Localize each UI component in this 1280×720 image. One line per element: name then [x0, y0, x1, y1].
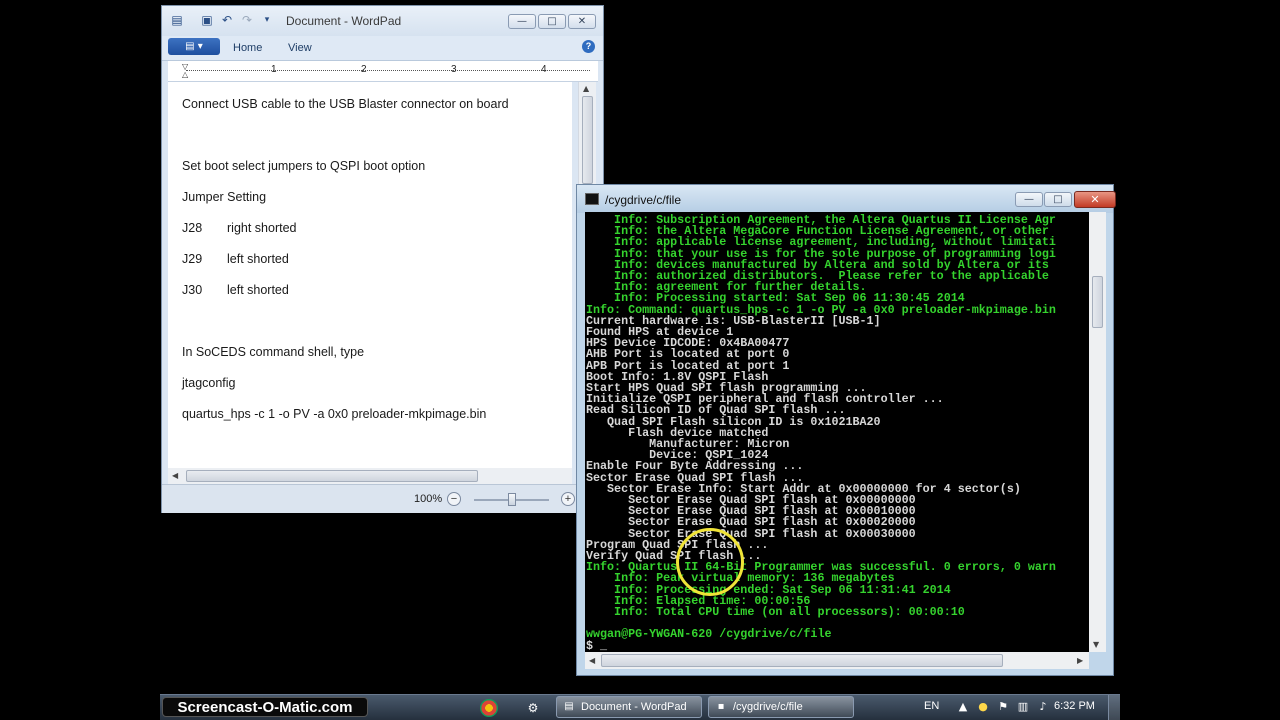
terminal-app-icon[interactable]: [585, 193, 599, 205]
terminal-window-title: /cygdrive/c/file: [605, 193, 682, 207]
network-icon[interactable]: ▥: [1016, 700, 1030, 714]
ruler-mark: 4: [541, 64, 547, 75]
language-indicator[interactable]: EN: [924, 700, 939, 712]
tab-home[interactable]: Home: [233, 42, 262, 54]
jumper-row: J29 left shorted: [182, 252, 289, 266]
ruler-ticks: [186, 70, 590, 71]
volume-icon[interactable]: ♪: [1036, 700, 1050, 714]
help-icon[interactable]: ?: [582, 40, 595, 53]
zoom-out-button[interactable]: −: [447, 492, 461, 506]
indent-marker-icon[interactable]: ▽ △: [182, 63, 190, 79]
jumper-row: J28 right shorted: [182, 221, 296, 235]
customize-toolbar-icon[interactable]: ▾: [260, 13, 274, 27]
terminal-line: $ _: [586, 638, 608, 652]
taskbar-terminal-button[interactable]: ▪ /cygdrive/c/file: [708, 696, 854, 718]
jumper-setting: left shorted: [227, 283, 289, 297]
ruler-mark: 1: [271, 64, 277, 75]
ruler-mark: 2: [361, 64, 367, 75]
terminal-titlebar[interactable]: /cygdrive/c/file — □ ✕: [577, 185, 1116, 213]
jumper-setting: left shorted: [227, 252, 289, 266]
taskbar-button-label: Document - WordPad: [581, 701, 687, 713]
ruler[interactable]: ▽ △ 1 2 3 4: [168, 61, 598, 82]
wordpad-icon: ▤: [564, 701, 574, 712]
jumper-id: J29: [182, 252, 203, 266]
taskbar-wordpad-button[interactable]: ▤ Document - WordPad: [556, 696, 702, 718]
status-bar: 100% − +: [162, 484, 603, 513]
terminal-output[interactable]: Info: Subscription Agreement, the Altera…: [585, 212, 1089, 652]
zoom-in-button[interactable]: +: [561, 492, 575, 506]
ribbon-tabs: ▤ ▾ Home View ?: [162, 36, 603, 61]
scroll-right-icon[interactable]: ▶: [1077, 656, 1083, 665]
terminal-line: wwgan@PG-YWGAN-620 /cygdrive/c/file: [586, 627, 832, 642]
cursor-highlight: [676, 528, 744, 596]
screencast-watermark: Screencast-O-Matic.com: [162, 697, 368, 717]
jumper-row: J30 left shorted: [182, 283, 289, 297]
scroll-up-icon[interactable]: ▲: [583, 84, 589, 93]
redo-icon[interactable]: ↷: [240, 13, 254, 27]
close-button[interactable]: ✕: [568, 14, 596, 29]
clock[interactable]: 6:32 PM: [1054, 700, 1095, 712]
zoom-slider-thumb[interactable]: [508, 493, 516, 506]
undo-icon[interactable]: ↶: [220, 13, 234, 27]
security-icon[interactable]: ●: [976, 700, 990, 714]
document-line: quartus_hps -c 1 -o PV -a 0x0 preloader-…: [182, 407, 487, 421]
wordpad-window: ▤ ▣ ↶ ↷ ▾ Document - WordPad — □ ✕ ▤ ▾ H…: [161, 5, 604, 513]
maximize-button[interactable]: □: [1044, 192, 1072, 207]
taskbar-button-label: /cygdrive/c/file: [733, 701, 803, 713]
horizontal-scrollbar[interactable]: ◀: [168, 468, 572, 484]
maximize-button[interactable]: □: [538, 14, 566, 29]
flag-icon[interactable]: ⚑: [996, 700, 1010, 714]
wordpad-window-title: Document - WordPad: [286, 14, 402, 28]
document-line: Connect USB cable to the USB Blaster con…: [182, 97, 509, 111]
minimize-button[interactable]: —: [1015, 192, 1043, 207]
wordpad-titlebar[interactable]: ▤ ▣ ↶ ↷ ▾ Document - WordPad — □ ✕: [162, 6, 603, 36]
zoom-level: 100%: [414, 493, 443, 505]
chrome-icon[interactable]: [480, 699, 498, 717]
document-line: Set boot select jumpers to QSPI boot opt…: [182, 159, 426, 173]
document-line: jtagconfig: [182, 376, 236, 390]
document-line: In SoCEDS command shell, type: [182, 345, 365, 359]
scroll-left-icon[interactable]: ◀: [172, 471, 178, 480]
jumper-id: J28: [182, 221, 203, 235]
ruler-mark: 3: [451, 64, 457, 75]
tab-view[interactable]: View: [288, 42, 312, 54]
document-area[interactable]: Connect USB cable to the USB Blaster con…: [168, 82, 572, 468]
network-tool-icon[interactable]: ⚙: [524, 699, 542, 717]
scroll-left-icon[interactable]: ◀: [589, 656, 595, 665]
minimize-button[interactable]: —: [508, 14, 536, 29]
scroll-thumb[interactable]: [186, 470, 478, 482]
show-desktop-button[interactable]: [1108, 695, 1120, 720]
wordpad-app-icon[interactable]: ▤: [170, 13, 184, 27]
save-icon[interactable]: ▣: [200, 13, 214, 27]
scroll-thumb[interactable]: [1092, 276, 1103, 328]
app-menu-button[interactable]: ▤ ▾: [168, 38, 220, 55]
terminal-window: /cygdrive/c/file — □ ✕ Info: Subscriptio…: [576, 184, 1116, 676]
jumper-setting: right shorted: [227, 221, 297, 235]
vertical-scrollbar[interactable]: ▼: [1089, 212, 1106, 652]
horizontal-scrollbar[interactable]: ◀ ▶: [585, 652, 1089, 669]
scroll-thumb[interactable]: [601, 654, 1003, 667]
show-hidden-icons-icon[interactable]: ▲: [956, 700, 970, 714]
scroll-down-icon[interactable]: ▼: [1093, 640, 1099, 649]
terminal-line: Info: Total CPU time (on all processors)…: [586, 605, 965, 619]
scroll-thumb[interactable]: [582, 96, 593, 184]
jumper-id: J30: [182, 283, 203, 297]
terminal-icon: ▪: [717, 701, 725, 712]
close-button[interactable]: ✕: [1074, 191, 1116, 208]
document-line: Jumper Setting: [182, 190, 267, 204]
